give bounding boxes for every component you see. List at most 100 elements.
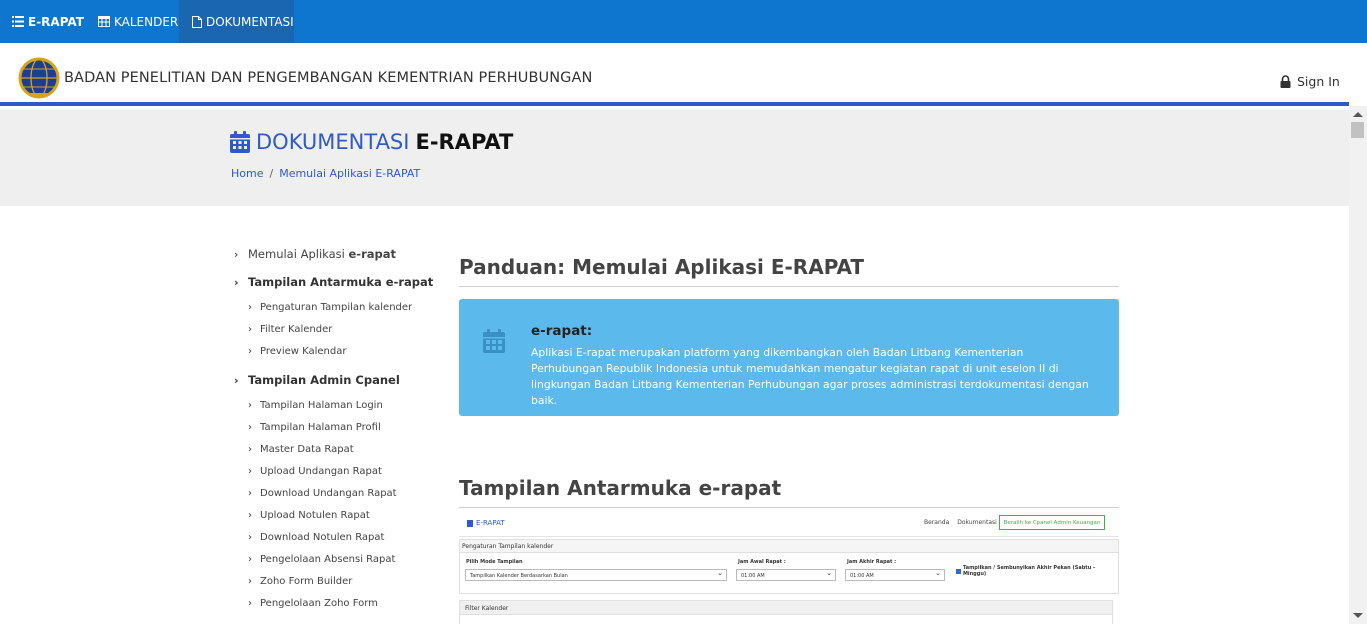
nav-kalender-label: KALENDER bbox=[114, 14, 179, 29]
shot-jam-akhir-label: Jam Akhir Rapat : bbox=[847, 559, 897, 565]
breadcrumb: Home / Memulai Aplikasi E-RAPAT bbox=[231, 167, 421, 180]
shot-link-beranda: Beranda bbox=[924, 519, 950, 526]
sidebar-subitem[interactable]: › Preview Kalendar bbox=[248, 346, 346, 357]
nav-kalender[interactable]: KALENDER bbox=[98, 0, 178, 43]
chevron-right-icon: › bbox=[248, 510, 252, 521]
sidebar-subitem-label: Zoho Form Builder bbox=[260, 576, 353, 587]
sidebar-subitem[interactable]: › Zoho Form Builder bbox=[248, 576, 352, 587]
sidebar-subitem-label: Preview Kalendar bbox=[260, 346, 347, 357]
scroll-up-arrow[interactable] bbox=[1353, 112, 1363, 117]
shot-jam-akhir-select: 01:00 AM bbox=[845, 569, 945, 581]
sidebar-subitem[interactable]: › Download Notulen Rapat bbox=[248, 532, 384, 543]
nav-dokumentasi-label: DOKUMENTASI bbox=[206, 14, 294, 29]
shot-brand-icon bbox=[467, 519, 473, 527]
shot-link-dokumentasi: Dokumentasi bbox=[957, 519, 997, 526]
top-navbar: E-RAPAT KALENDER DOKUMENTASI bbox=[0, 0, 1367, 43]
sidebar-subitem[interactable]: › Pengelolaan Zoho Form bbox=[248, 598, 378, 609]
sidebar-item-label: Memulai Aplikasi bbox=[248, 247, 349, 261]
sidebar-subitem[interactable]: › Tampilan Halaman Login bbox=[248, 400, 383, 411]
shot-weekend-checkbox: Tampilkan / Sembunyikan Akhir Pekan (Sab… bbox=[956, 565, 1118, 577]
sidebar-subitem-label: Download Undangan Rapat bbox=[260, 488, 397, 499]
divider bbox=[459, 286, 1119, 287]
sidebar-item-label: Tampilan Admin Cpanel bbox=[248, 373, 400, 387]
sidebar-item-label: Tampilan Antarmuka e-rapat bbox=[248, 275, 434, 289]
chevron-right-icon: › bbox=[248, 422, 252, 433]
chevron-right-icon: › bbox=[248, 598, 252, 609]
sidebar-subitem[interactable]: › Tampilan Halaman Profil bbox=[248, 422, 381, 433]
sidebar-subitem[interactable]: › Filter Kalender bbox=[248, 324, 332, 335]
info-title: e-rapat: bbox=[531, 323, 593, 339]
section-heading-antarmuka: Tampilan Antarmuka e-rapat bbox=[459, 476, 782, 500]
ministry-logo[interactable] bbox=[18, 57, 60, 99]
sign-in-label: Sign In bbox=[1297, 74, 1340, 89]
org-name: BADAN PENELITIAN DAN PENGEMBANGAN KEMENT… bbox=[64, 70, 593, 86]
shot-checkbox-box bbox=[956, 568, 961, 574]
shot-brand-label: E-RAPAT bbox=[476, 519, 505, 527]
sidebar-subitem[interactable]: › Pengaturan Tampilan kalender bbox=[248, 302, 412, 313]
page-scrollbar[interactable] bbox=[1349, 106, 1367, 624]
sidebar-item-label-bold: e-rapat bbox=[348, 247, 397, 261]
shot-filter-title: Filter Kalender bbox=[460, 601, 1112, 615]
sidebar-subitem[interactable]: › Master Data Rapat bbox=[248, 444, 354, 455]
chevron-right-icon: › bbox=[234, 276, 239, 289]
scroll-thumb[interactable] bbox=[1351, 122, 1364, 138]
sidebar-subitem-label: Tampilan Halaman Login bbox=[260, 400, 383, 411]
chevron-right-icon: › bbox=[248, 554, 252, 565]
scroll-down-arrow[interactable] bbox=[1353, 613, 1363, 618]
shot-checkbox-label: Tampilkan / Sembunyikan Akhir Pekan (Sab… bbox=[962, 565, 1096, 577]
title-banner: DOKUMENTASI E-RAPAT Home / Memulai Aplikas… bbox=[0, 110, 1349, 206]
sidebar-subitem[interactable]: › Download Undangan Rapat bbox=[248, 488, 397, 499]
chevron-right-icon: › bbox=[234, 248, 239, 261]
section-heading-panduan: Panduan: Memulai Aplikasi E-RAPAT bbox=[459, 255, 865, 279]
shot-panel-title: Pengaturan Tampilan kalender bbox=[460, 540, 1118, 553]
chevron-right-icon: › bbox=[248, 488, 252, 499]
sidebar-subitem[interactable]: › Upload Undangan Rapat bbox=[248, 466, 382, 477]
info-callout: e-rapat: Aplikasi E-rapat merupakan plat… bbox=[459, 299, 1119, 416]
sidebar-subitem-label: Pengelolaan Zoho Form bbox=[260, 598, 378, 609]
chevron-right-icon: › bbox=[248, 532, 252, 543]
page-title-part1: DOKUMENTASI bbox=[256, 130, 410, 154]
calendar-icon bbox=[230, 131, 250, 153]
shot-brand: E-RAPAT bbox=[467, 519, 505, 527]
chevron-right-icon: › bbox=[248, 346, 252, 357]
shot-mode-label: Pilih Mode Tampilan bbox=[466, 559, 523, 565]
sidebar-subitem-label: Upload Notulen Rapat bbox=[260, 510, 370, 521]
nav-brand-label: E-RAPAT bbox=[28, 14, 84, 29]
sidebar-subitem-label: Pengelolaan Absensi Rapat bbox=[260, 554, 396, 565]
lock-icon bbox=[1280, 75, 1291, 88]
shot-settings-panel: Pengaturan Tampilan kalender Pilih Mode … bbox=[459, 539, 1119, 594]
sidebar-item-memulai[interactable]: › Memulai Aplikasi e-rapat bbox=[234, 247, 396, 261]
chevron-right-icon: › bbox=[248, 576, 252, 587]
breadcrumb-current[interactable]: Memulai Aplikasi E-RAPAT bbox=[279, 167, 420, 180]
chevron-right-icon: › bbox=[248, 400, 252, 411]
sidebar-item-antarmuka[interactable]: › Tampilan Antarmuka e-rapat bbox=[234, 275, 433, 289]
interface-screenshot: E-RAPAT Beranda Dokumentasi Beralih ke Cp… bbox=[459, 509, 1119, 624]
chevron-right-icon: › bbox=[248, 444, 252, 455]
divider bbox=[459, 507, 1119, 508]
shot-jam-awal-select: 01:00 AM bbox=[736, 569, 836, 581]
sidebar-subitem[interactable]: › Upload Notulen Rapat bbox=[248, 510, 370, 521]
chevron-right-icon: › bbox=[248, 324, 252, 335]
sidebar-subitem-label: Upload Undangan Rapat bbox=[260, 466, 382, 477]
shot-topbar: E-RAPAT Beranda Dokumentasi Beralih ke Cp… bbox=[459, 509, 1119, 537]
list-icon bbox=[12, 16, 24, 27]
breadcrumb-home[interactable]: Home bbox=[231, 167, 263, 180]
nav-dokumentasi[interactable]: DOKUMENTASI bbox=[179, 0, 294, 43]
nav-brand-erapat[interactable]: E-RAPAT bbox=[12, 0, 84, 43]
sign-in-link[interactable]: Sign In bbox=[1280, 74, 1340, 89]
calendar-table-icon bbox=[98, 16, 110, 27]
shot-jam-awal-label: Jam Awal Rapat : bbox=[738, 559, 786, 565]
page-title-part2: E-RAPAT bbox=[415, 130, 514, 154]
sidebar-item-admin[interactable]: › Tampilan Admin Cpanel bbox=[234, 373, 400, 387]
shot-switch-button: Beralih ke Cpanel Admin Keuangan bbox=[999, 515, 1105, 530]
file-icon bbox=[192, 15, 202, 28]
shot-mode-select: Tampilkan Kalender Berdasarkan Bulan bbox=[465, 569, 727, 581]
chevron-right-icon: › bbox=[248, 302, 252, 313]
site-header: BADAN PENELITIAN DAN PENGEMBANGAN KEMENT… bbox=[0, 43, 1349, 106]
sidebar-subitem[interactable]: › Pengelolaan Absensi Rapat bbox=[248, 554, 395, 565]
shot-filter-panel: Filter Kalender bbox=[459, 600, 1113, 624]
page-title: DOKUMENTASI E-RAPAT bbox=[230, 130, 513, 154]
sidebar-subitem-label: Tampilan Halaman Profil bbox=[260, 422, 381, 433]
sidebar-subitem-label: Pengaturan Tampilan kalender bbox=[260, 302, 413, 313]
chevron-right-icon: › bbox=[234, 374, 239, 387]
